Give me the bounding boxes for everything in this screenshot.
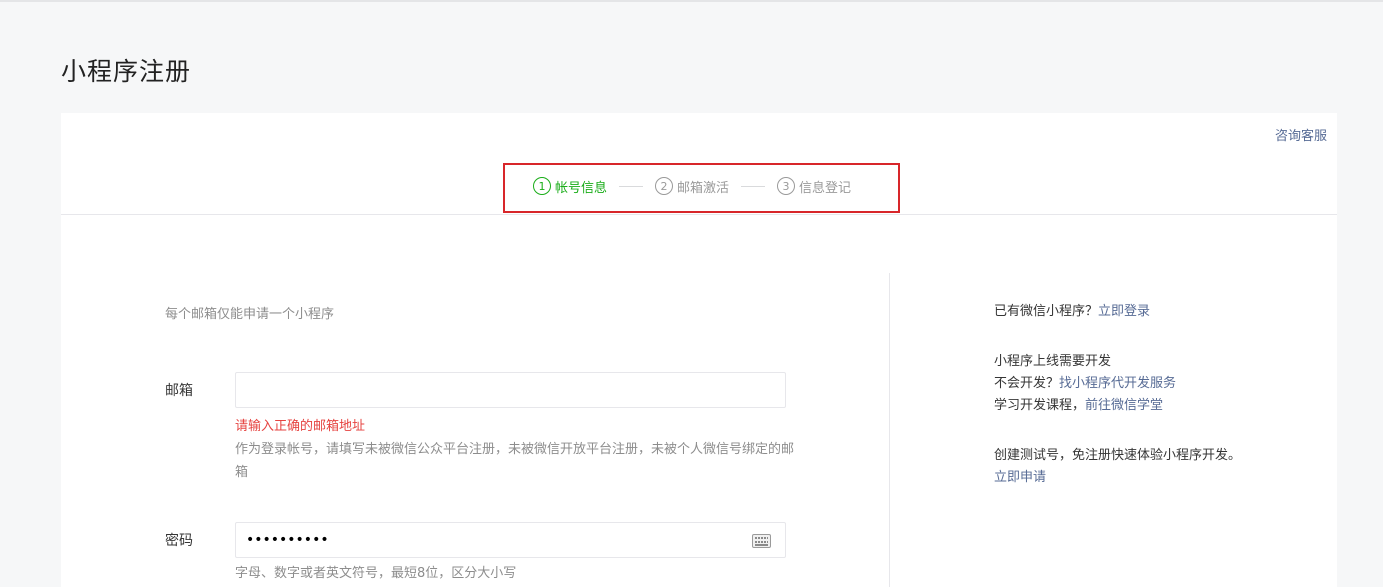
email-tip: 作为登录帐号，请填写未被微信公众平台注册，未被微信开放平台注册，未被个人微信号绑…: [235, 442, 795, 480]
sidebar-help: 已有微信小程序？立即登录 小程序上线需要开发 不会开发？找小程序代开发服务 学习…: [994, 273, 1244, 489]
step-email-activation: 2 邮箱激活: [655, 177, 729, 196]
password-input[interactable]: [236, 523, 785, 557]
step-number: 1: [533, 177, 551, 195]
dev-paragraph: 小程序上线需要开发 不会开发？找小程序代开发服务 学习开发课程，前往微信学堂: [994, 351, 1244, 417]
step-info-registration: 3 信息登记: [777, 177, 851, 196]
step-label: 信息登记: [799, 180, 852, 196]
login-link[interactable]: 立即登录: [1098, 304, 1150, 319]
test-account-paragraph: 创建测试号，免注册快速体验小程序开发。立即申请: [994, 445, 1244, 489]
page-title: 小程序注册: [61, 57, 192, 86]
email-field-wrapper: [235, 372, 786, 408]
step-number: 3: [777, 177, 796, 195]
login-prefix: 已有微信小程序？: [994, 304, 1099, 319]
dev-service-link[interactable]: 找小程序代开发服务: [1059, 376, 1176, 391]
dev-line-2: 不会开发？找小程序代开发服务: [994, 373, 1244, 395]
wechat-academy-link[interactable]: 前往微信学堂: [1085, 398, 1163, 413]
step-account-info: 1 帐号信息: [533, 177, 607, 196]
dev-line-1: 小程序上线需要开发: [994, 354, 1112, 369]
dev-line-3-prefix: 学习开发课程，: [994, 398, 1086, 413]
email-label: 邮箱: [165, 383, 193, 399]
dev-line-3: 学习开发课程，前往微信学堂: [994, 395, 1244, 417]
email-input[interactable]: [236, 373, 785, 407]
step-number: 2: [655, 177, 674, 195]
registration-form: 每个邮箱仅能申请一个小程序 邮箱 请输入正确的邮箱地址 作为登录帐号，请填写未被…: [61, 273, 890, 587]
registration-card: 咨询客服 1 帐号信息 2 邮箱激活 3 信息登记 每个邮箱仅能申请一个小程序 …: [61, 113, 1337, 587]
password-field-wrapper: [235, 522, 786, 558]
steps-header: 咨询客服 1 帐号信息 2 邮箱激活 3 信息登记: [61, 113, 1337, 215]
test-prefix: 创建测试号，免注册快速体验小程序开发。: [994, 448, 1242, 463]
step-label: 帐号信息: [555, 180, 608, 196]
form-notice: 每个邮箱仅能申请一个小程序: [165, 307, 335, 322]
password-tip: 字母、数字或者英文符号，最短8位，区分大小写: [235, 566, 517, 581]
login-paragraph: 已有微信小程序？立即登录: [994, 301, 1244, 323]
top-border: [0, 0, 1383, 2]
password-label: 密码: [165, 533, 193, 549]
test-apply-link[interactable]: 立即申请: [994, 470, 1046, 485]
consult-service-link[interactable]: 咨询客服: [1275, 125, 1327, 144]
registration-steps: 1 帐号信息 2 邮箱激活 3 信息登记: [533, 176, 851, 196]
step-label: 邮箱激活: [677, 180, 730, 196]
keyboard-icon[interactable]: [752, 534, 771, 548]
dev-line-2-prefix: 不会开发？: [994, 376, 1060, 391]
step-divider: [619, 185, 644, 187]
email-error: 请输入正确的邮箱地址: [235, 419, 366, 434]
step-divider: [741, 185, 766, 187]
